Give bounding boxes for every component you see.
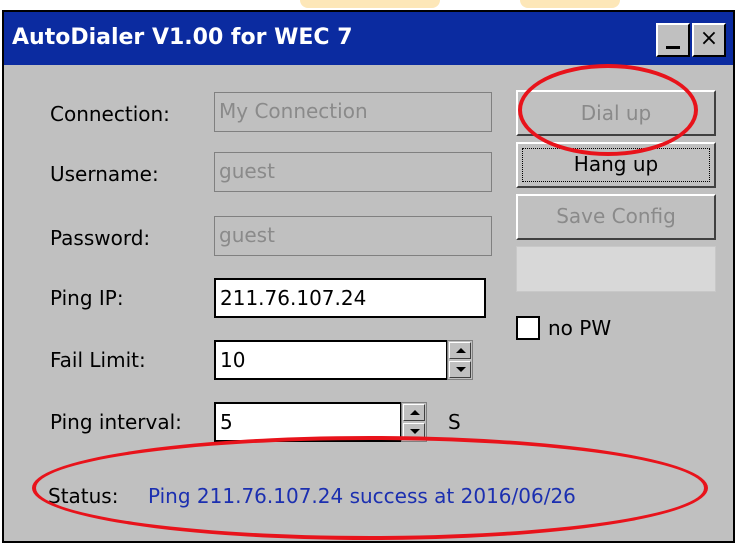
decoration-blob bbox=[520, 0, 620, 8]
window-title: AutoDialer V1.00 for WEC 7 bbox=[12, 25, 353, 50]
password-field[interactable]: guest bbox=[214, 216, 492, 256]
no-pw-checkbox[interactable] bbox=[516, 316, 540, 340]
save-config-button[interactable]: Save Config bbox=[516, 194, 716, 240]
connection-label: Connection: bbox=[50, 102, 170, 126]
arrow-down-icon bbox=[456, 367, 466, 372]
fail-limit-increment-button[interactable] bbox=[449, 342, 471, 359]
arrow-up-icon bbox=[456, 348, 466, 353]
fail-limit-label: Fail Limit: bbox=[50, 348, 146, 372]
blank-panel bbox=[516, 246, 716, 292]
minimize-icon bbox=[666, 46, 680, 49]
fail-limit-spinner[interactable] bbox=[447, 340, 473, 380]
username-field[interactable]: guest bbox=[214, 152, 492, 192]
decoration-blob bbox=[300, 0, 440, 8]
connection-field[interactable]: My Connection bbox=[214, 92, 492, 132]
title-bar[interactable]: AutoDialer V1.00 for WEC 7 × bbox=[4, 12, 733, 65]
dial-up-highlight-ellipse bbox=[518, 64, 698, 156]
close-icon: × bbox=[699, 26, 719, 51]
status-highlight-ellipse bbox=[32, 436, 708, 540]
fail-limit-field[interactable]: 10 bbox=[214, 340, 448, 380]
arrow-up-icon bbox=[410, 410, 420, 415]
ping-ip-label: Ping IP: bbox=[50, 286, 124, 310]
close-button[interactable]: × bbox=[692, 23, 726, 57]
top-decoration bbox=[0, 0, 739, 10]
arrow-down-icon bbox=[410, 429, 420, 434]
ping-interval-unit: S bbox=[448, 410, 461, 434]
no-pw-label: no PW bbox=[548, 316, 612, 340]
username-label: Username: bbox=[50, 162, 159, 186]
fail-limit-decrement-button[interactable] bbox=[449, 361, 471, 378]
minimize-button[interactable] bbox=[656, 23, 690, 57]
ping-interval-increment-button[interactable] bbox=[403, 404, 425, 421]
ping-interval-label: Ping interval: bbox=[50, 410, 182, 434]
password-label: Password: bbox=[50, 226, 151, 250]
ping-ip-field[interactable]: 211.76.107.24 bbox=[214, 278, 486, 318]
